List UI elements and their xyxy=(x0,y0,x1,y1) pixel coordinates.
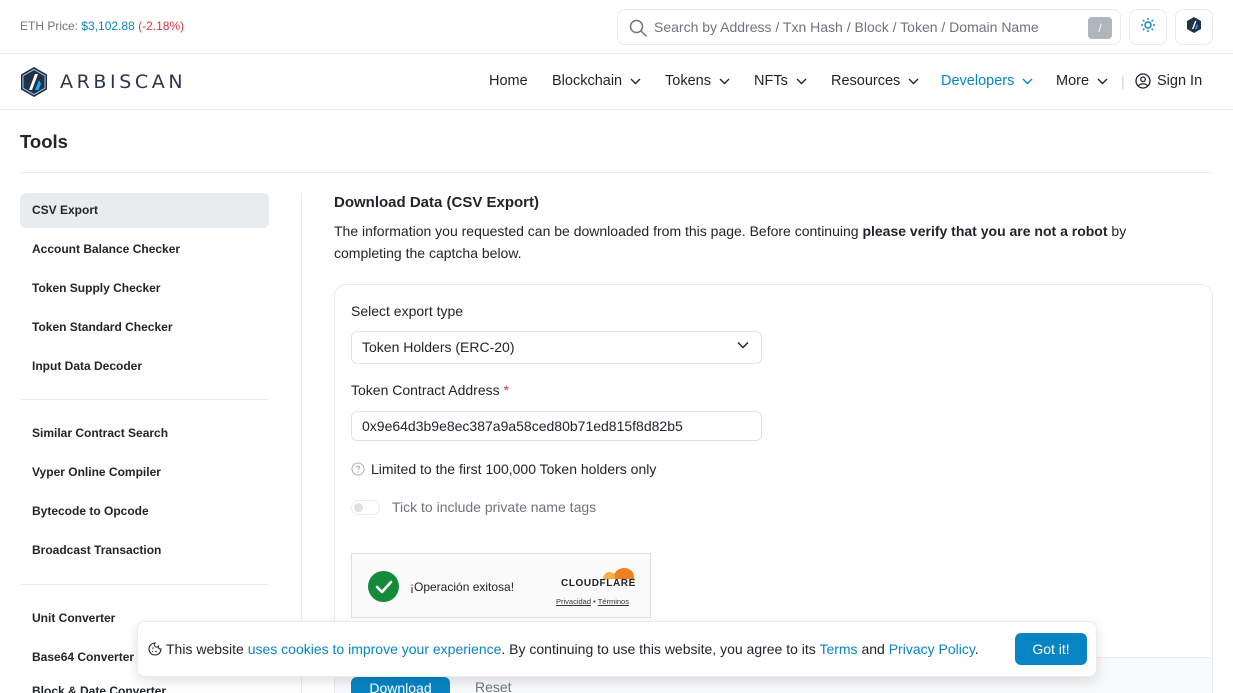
cookie-policy-link[interactable]: uses cookies to improve your experience xyxy=(248,641,502,657)
desc-bold-text: please verify that you are not a robot xyxy=(862,223,1108,239)
eth-price-change: (-2.18%) xyxy=(138,19,185,33)
eth-price-value[interactable]: $3,102.88 xyxy=(81,19,134,33)
nav-label: Resources xyxy=(831,73,901,89)
chevron-down-icon xyxy=(908,78,919,84)
sun-icon xyxy=(1140,17,1156,38)
private-tags-label[interactable]: Tick to include private name tags xyxy=(392,499,596,515)
cloudflare-brand: CLOUDFLARE xyxy=(561,578,636,589)
required-mark: * xyxy=(503,382,509,398)
cookie-text: This website uses cookies to improve you… xyxy=(166,641,979,657)
sidebar-item-vyper-online-compiler[interactable]: Vyper Online Compiler xyxy=(20,455,269,490)
sidebar-item-token-standard-checker[interactable]: Token Standard Checker xyxy=(20,310,269,345)
sidebar-item-csv-export[interactable]: CSV Export xyxy=(20,193,269,228)
brand-name: ARBISCAN xyxy=(60,71,187,93)
theme-toggle-button[interactable] xyxy=(1129,9,1167,45)
cloudflare-captcha-widget[interactable]: ¡Operación exitosa! CLOUDFLARE Privacida… xyxy=(351,553,651,618)
chevron-down-icon xyxy=(1022,78,1033,84)
sidebar-item-broadcast-transaction[interactable]: Broadcast Transaction xyxy=(20,533,269,568)
arbitrum-logo-icon xyxy=(21,67,47,97)
nav-tokens[interactable]: Tokens xyxy=(665,73,730,89)
nav-label: NFTs xyxy=(754,73,788,89)
link-separator: • xyxy=(593,597,596,606)
search-input[interactable] xyxy=(654,14,1084,40)
private-tags-toggle[interactable] xyxy=(351,500,380,515)
nav-label: Blockchain xyxy=(552,73,623,89)
search-box: / xyxy=(617,9,1121,45)
cookie-text-part: . xyxy=(974,641,979,657)
chevron-down-icon xyxy=(719,78,730,84)
toggle-knob xyxy=(354,503,363,512)
arbitrum-logo-icon xyxy=(1185,16,1203,39)
network-switch-button[interactable] xyxy=(1175,9,1213,45)
cookie-text-part: This website xyxy=(166,641,248,657)
question-circle-icon xyxy=(351,462,365,476)
sidebar-divider xyxy=(20,399,269,400)
export-type-label: Select export type xyxy=(351,303,464,319)
vertical-divider xyxy=(301,193,302,693)
sidebar-item-input-data-decoder[interactable]: Input Data Decoder xyxy=(20,349,269,384)
eth-price: ETH Price: $3,102.88 (-2.18%) xyxy=(20,19,184,33)
download-button[interactable]: Download xyxy=(351,677,450,693)
nav-label: Home xyxy=(489,73,528,89)
contract-address-label: Token Contract Address * xyxy=(351,382,509,398)
got-it-button[interactable]: Got it! xyxy=(1015,633,1087,665)
eth-price-label: ETH Price: xyxy=(20,19,79,33)
section-heading: Download Data (CSV Export) xyxy=(334,194,540,211)
limit-note-text: Limited to the first 100,000 Token holde… xyxy=(371,461,657,477)
cookie-icon xyxy=(148,642,162,656)
nav-more[interactable]: More xyxy=(1056,73,1108,89)
privacy-policy-link[interactable]: Privacy Policy xyxy=(889,641,975,657)
sidebar-divider xyxy=(20,584,269,585)
terms-link[interactable]: Términos xyxy=(598,597,629,606)
chevron-down-icon xyxy=(1097,78,1108,84)
limit-note: Limited to the first 100,000 Token holde… xyxy=(351,461,656,477)
search-icon xyxy=(628,18,648,43)
sign-in-label: Sign In xyxy=(1157,73,1203,89)
page-title: Tools xyxy=(20,131,68,152)
contract-address-label-text: Token Contract Address xyxy=(351,382,500,398)
cookie-text-part: . By continuing to use this website, you… xyxy=(501,641,820,657)
slash-shortcut-key: / xyxy=(1088,17,1112,39)
cookie-banner: This website uses cookies to improve you… xyxy=(137,621,1097,677)
chevron-down-icon xyxy=(630,78,641,84)
check-icon xyxy=(368,571,399,602)
privacy-link[interactable]: Privacidad xyxy=(556,597,591,606)
nav-blockchain[interactable]: Blockchain xyxy=(552,73,641,89)
sidebar-item-account-balance-checker[interactable]: Account Balance Checker xyxy=(20,232,269,267)
section-description: The information you requested can be dow… xyxy=(334,220,1164,264)
nav-resources[interactable]: Resources xyxy=(831,73,919,89)
desc-text: The information you requested can be dow… xyxy=(334,223,863,239)
main-navbar: ARBISCAN Home Blockchain Tokens NFTs Res… xyxy=(0,54,1233,110)
captcha-links: Privacidad • Términos xyxy=(556,597,629,606)
chevron-down-icon xyxy=(737,341,749,349)
nav-label: Developers xyxy=(941,73,1015,89)
nav-label: More xyxy=(1056,73,1090,89)
nav-home[interactable]: Home xyxy=(489,73,528,89)
nav-developers[interactable]: Developers xyxy=(941,73,1033,89)
captcha-status: ¡Operación exitosa! xyxy=(410,580,515,594)
export-type-select[interactable]: Token Holders (ERC-20) xyxy=(351,331,762,364)
sign-in-link[interactable]: Sign In xyxy=(1135,73,1202,89)
chevron-down-icon xyxy=(796,78,807,84)
arbiscan-logo[interactable]: ARBISCAN xyxy=(20,66,186,98)
sidebar-item-similar-contract-search[interactable]: Similar Contract Search xyxy=(20,416,269,451)
top-bar: ETH Price: $3,102.88 (-2.18%) / xyxy=(0,0,1233,54)
terms-link[interactable]: Terms xyxy=(819,641,857,657)
cookie-text-part: and xyxy=(857,641,889,657)
sidebar-item-bytecode-to-opcode[interactable]: Bytecode to Opcode xyxy=(20,494,269,529)
reset-button[interactable]: Reset xyxy=(475,679,512,693)
user-circle-icon xyxy=(1135,73,1151,89)
contract-address-input[interactable] xyxy=(351,411,762,441)
nav-nfts[interactable]: NFTs xyxy=(754,73,807,89)
divider xyxy=(20,172,1213,173)
nav-label: Tokens xyxy=(665,73,711,89)
sidebar-item-token-supply-checker[interactable]: Token Supply Checker xyxy=(20,271,269,306)
export-type-value: Token Holders (ERC-20) xyxy=(362,339,515,355)
nav-separator: | xyxy=(1121,73,1125,89)
